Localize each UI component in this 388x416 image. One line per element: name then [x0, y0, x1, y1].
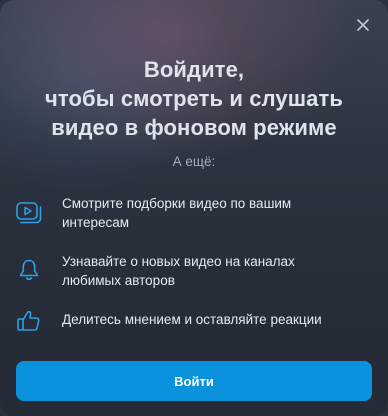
title-line: видео в фоновом режиме [51, 115, 337, 140]
close-icon [357, 19, 369, 31]
feature-text: Смотрите подборки видео по вашим интерес… [62, 194, 291, 232]
feature-text: Узнавайте о новых видео на каналах любим… [62, 252, 295, 290]
title-line: Войдите, [143, 57, 245, 82]
feature-text-line: Узнавайте о новых видео на каналах [62, 254, 295, 269]
feature-text-line: интересам [62, 215, 130, 230]
feature-text-line: любимых авторов [62, 273, 175, 288]
feature-item-notifications: Узнавайте о новых видео на каналах любим… [16, 252, 376, 290]
thumbs-up-icon [16, 307, 46, 335]
title-line: чтобы смотреть и слушать [45, 86, 343, 111]
feature-text-line: Делитесь мнением и оставляйте реакции [62, 312, 322, 327]
feature-text: Делитесь мнением и оставляйте реакции [62, 310, 322, 329]
bell-icon [16, 256, 46, 284]
feature-item-reactions: Делитесь мнением и оставляйте реакции [16, 310, 376, 335]
login-button[interactable]: Войти [16, 361, 372, 401]
login-dialog: Войдите, чтобы смотреть и слушать видео … [0, 0, 388, 416]
close-button[interactable] [352, 14, 374, 36]
dialog-subtitle: А ещё: [172, 154, 216, 169]
feature-text-line: Смотрите подборки видео по вашим [62, 196, 292, 211]
feature-item-collections: Смотрите подборки видео по вашим интерес… [16, 194, 376, 232]
video-collection-icon [16, 199, 46, 227]
dialog-title: Войдите, чтобы смотреть и слушать видео … [0, 55, 388, 142]
